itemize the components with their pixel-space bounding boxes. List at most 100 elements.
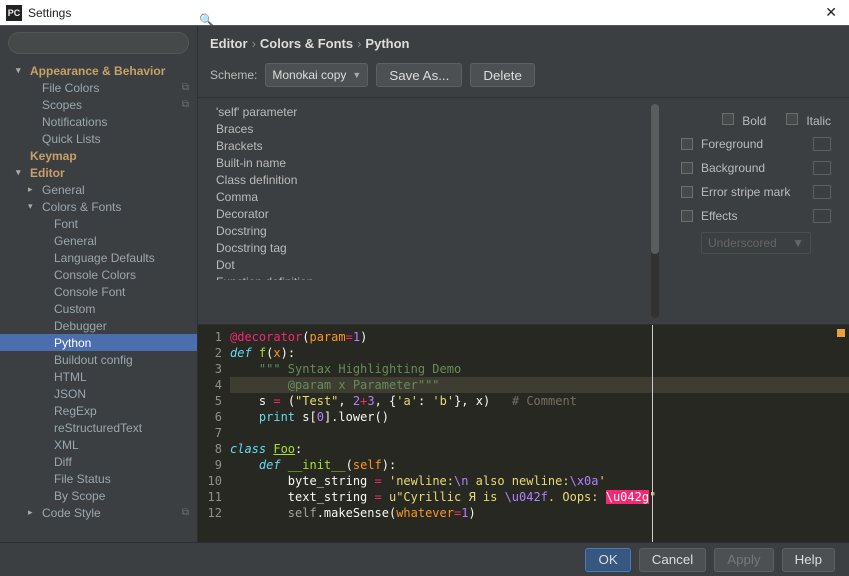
tree-item-console-colors[interactable]: Console Colors [0,266,197,283]
attribute-class-definition[interactable]: Class definition [216,172,663,189]
foreground-checkbox[interactable] [681,138,693,150]
tree-item-console-font[interactable]: Console Font [0,283,197,300]
tree-item-code-style[interactable]: ▸Code Style⧉ [0,504,197,521]
tree-item-by-scope[interactable]: By Scope [0,487,197,504]
search-icon: 🔍 [199,13,214,27]
bold-label: Bold [742,114,766,128]
effects-label: Effects [701,209,737,223]
background-checkbox[interactable] [681,162,693,174]
line-number: 10 [198,473,222,489]
help-button[interactable]: Help [782,548,835,572]
scrollbar[interactable] [651,104,659,318]
tree-item-notifications[interactable]: Notifications [0,113,197,130]
attribute-docstring[interactable]: Docstring [216,223,663,240]
tree-label: Colors & Fonts [42,200,121,214]
tree-item-font[interactable]: Font [0,215,197,232]
tree-item-quick-lists[interactable]: Quick Lists [0,130,197,147]
attribute-list[interactable]: 'self' parameterBracesBracketsBuilt-in n… [198,98,663,280]
tree-item-python[interactable]: Python [0,334,197,351]
line-number: 6 [198,409,222,425]
tree-item-xml[interactable]: XML [0,436,197,453]
error-stripe-label: Error stripe mark [701,185,790,199]
foreground-swatch[interactable] [813,137,831,151]
tree-label: Appearance & Behavior [30,64,165,78]
effects-checkbox[interactable] [681,210,693,222]
tree-item-file-colors[interactable]: File Colors⧉ [0,79,197,96]
attribute-function-definition[interactable]: Function definition [216,274,663,280]
background-swatch[interactable] [813,161,831,175]
chevron-down-icon: ▼ [352,70,361,80]
project-badge-icon: ⧉ [182,99,189,110]
error-stripe-checkbox[interactable] [681,186,693,198]
attribute-docstring-tag[interactable]: Docstring tag [216,240,663,257]
scheme-dropdown[interactable]: Monokai copy ▼ [265,63,368,87]
tree-label: XML [54,438,79,452]
effects-type-dropdown[interactable]: Underscored ▼ [701,232,811,254]
tree-item-regexp[interactable]: RegExp [0,402,197,419]
apply-button[interactable]: Apply [714,548,773,572]
tree-item-general[interactable]: General [0,232,197,249]
tree-label: JSON [54,387,86,401]
window-title: Settings [28,6,819,20]
error-stripe-swatch[interactable] [813,185,831,199]
tree-item-scopes[interactable]: Scopes⧉ [0,96,197,113]
tree-item-editor[interactable]: ▾Editor [0,164,197,181]
settings-tree[interactable]: ▾Appearance & BehaviorFile Colors⧉Scopes… [0,60,197,538]
bold-checkbox[interactable] [722,113,734,125]
tree-arrow-icon[interactable]: ▾ [28,201,40,212]
tree-item-appearance-behavior[interactable]: ▾Appearance & Behavior [0,62,197,79]
tree-item-buildout-config[interactable]: Buildout config [0,351,197,368]
tree-label: Diff [54,455,72,469]
cancel-button[interactable]: Cancel [639,548,707,572]
tree-label: File Status [54,472,111,486]
attribute-brackets[interactable]: Brackets [216,138,663,155]
effects-swatch[interactable] [813,209,831,223]
tree-item-debugger[interactable]: Debugger [0,317,197,334]
tree-arrow-icon[interactable]: ▸ [28,184,40,195]
ok-button[interactable]: OK [585,548,630,572]
scrollbar-thumb[interactable] [651,104,659,254]
tree-item-file-status[interactable]: File Status [0,470,197,487]
attribute-dot[interactable]: Dot [216,257,663,274]
search-input[interactable] [8,32,189,54]
effects-type-value: Underscored [708,236,777,250]
attribute--self-parameter[interactable]: 'self' parameter [216,104,663,121]
line-number: 5 [198,393,222,409]
tree-item-colors-fonts[interactable]: ▾Colors & Fonts [0,198,197,215]
app-icon: PC [6,5,22,21]
attribute-comma[interactable]: Comma [216,189,663,206]
tree-item-json[interactable]: JSON [0,385,197,402]
close-icon[interactable]: ✕ [819,2,843,23]
tree-item-restructuredtext[interactable]: reStructuredText [0,419,197,436]
tree-item-diff[interactable]: Diff [0,453,197,470]
tree-item-language-defaults[interactable]: Language Defaults [0,249,197,266]
tree-arrow-icon[interactable]: ▾ [16,65,28,76]
warning-marker[interactable] [837,329,845,337]
tree-item-custom[interactable]: Custom [0,300,197,317]
line-number: 2 [198,345,222,361]
tree-label: Code Style [42,506,101,520]
line-number: 11 [198,489,222,505]
attribute-braces[interactable]: Braces [216,121,663,138]
delete-button[interactable]: Delete [470,63,535,87]
tree-label: Console Colors [54,268,136,282]
code-preview[interactable]: 123456789101112 @decorator(param=1) def … [198,324,849,542]
background-label: Background [701,161,765,175]
tree-item-general[interactable]: ▸General [0,181,197,198]
tree-label: Font [54,217,78,231]
tree-label: General [54,234,97,248]
tree-arrow-icon[interactable]: ▸ [28,507,40,518]
tree-label: General [42,183,85,197]
project-badge-icon: ⧉ [182,82,189,93]
tree-label: Notifications [42,115,107,129]
tree-item-html[interactable]: HTML [0,368,197,385]
tree-label: Debugger [54,319,107,333]
italic-checkbox[interactable] [786,113,798,125]
tree-arrow-icon[interactable]: ▾ [16,167,28,178]
attribute-built-in-name[interactable]: Built-in name [216,155,663,172]
scheme-label: Scheme: [210,68,257,82]
code-area[interactable]: @decorator(param=1) def f(x): """ Syntax… [230,325,849,542]
tree-item-keymap[interactable]: Keymap [0,147,197,164]
attribute-decorator[interactable]: Decorator [216,206,663,223]
save-as-button[interactable]: Save As... [376,63,462,87]
